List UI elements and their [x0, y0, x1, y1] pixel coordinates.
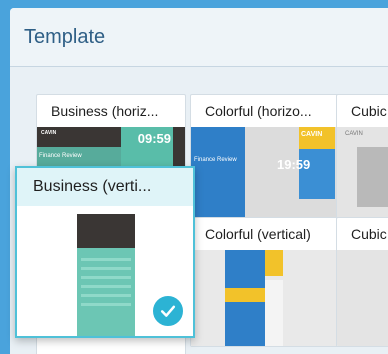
template-card-cubic-horizontal[interactable]: Cubic CAVIN [336, 94, 388, 234]
template-card-colorful-horizontal[interactable]: Colorful (horizo... CAVIN 19:59 Finance … [190, 94, 340, 234]
template-label: Cubic [351, 226, 387, 242]
panel-header: Template [10, 8, 388, 67]
template-label: Colorful (horizo... [205, 103, 312, 119]
template-label: Business (verti... [17, 168, 193, 206]
template-label: Cubic [351, 103, 387, 119]
template-thumbnail [191, 250, 339, 346]
template-label: Business (horiz... [51, 103, 159, 119]
template-thumbnail [77, 214, 135, 336]
template-card-business-vertical-selected[interactable]: Business (verti... [15, 166, 195, 338]
template-card-colorful-vertical[interactable]: Colorful (vertical) [190, 217, 340, 347]
checkmark-icon [151, 294, 185, 328]
panel-title: Template [24, 26, 106, 48]
template-card-cubic-vertical[interactable]: Cubic [336, 217, 388, 347]
template-label: Colorful (vertical) [205, 226, 311, 242]
template-thumbnail [337, 250, 388, 346]
